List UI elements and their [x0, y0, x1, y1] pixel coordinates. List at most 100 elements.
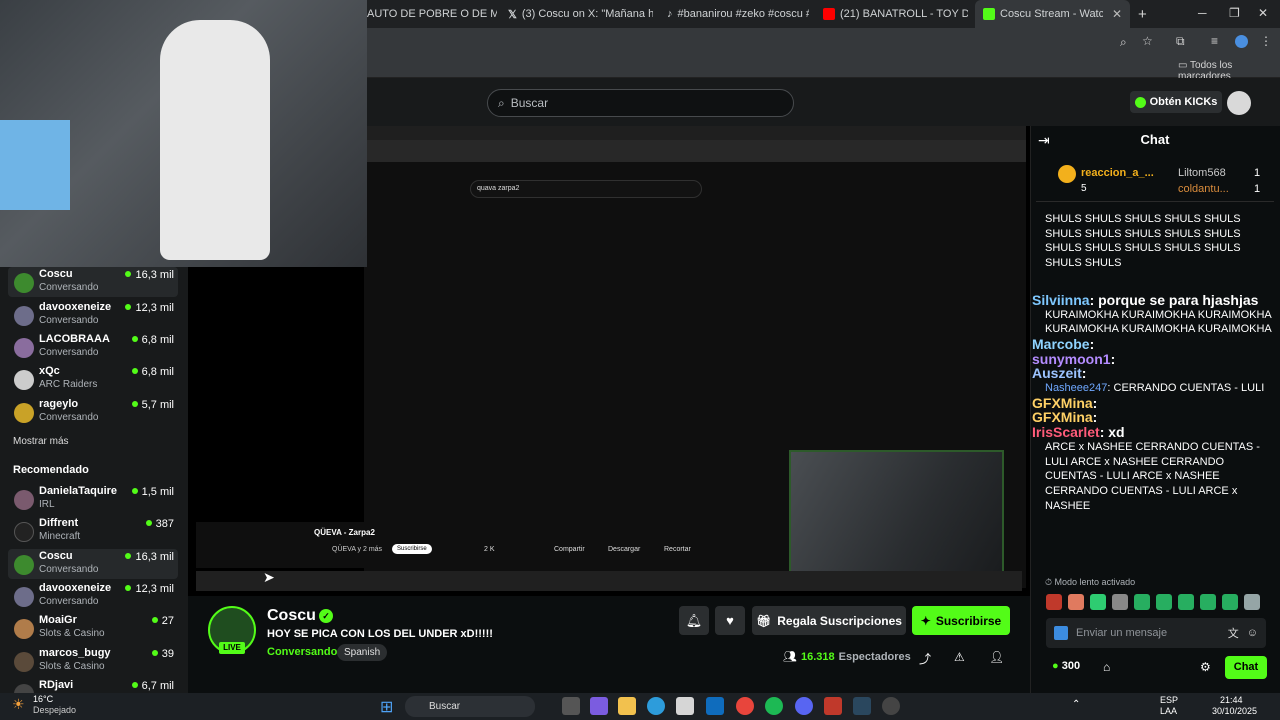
notification-bell-button[interactable]: 🔔︎: [679, 606, 709, 635]
extensions-icon[interactable]: ⧉: [1176, 34, 1185, 49]
avatar: [14, 555, 34, 575]
emote[interactable]: [1046, 594, 1062, 610]
spotify-icon[interactable]: [765, 697, 783, 715]
sidebar-channel-rdjavi[interactable]: RDjavi 6,7 mil: [8, 678, 178, 693]
chat-message: Marcobe:: [1032, 337, 1276, 352]
minimize-icon[interactable]: ─: [1198, 6, 1207, 20]
restore-icon[interactable]: ❐: [1229, 6, 1240, 20]
report-icon[interactable]: ⚠: [954, 650, 965, 664]
emote-picker-icon[interactable]: [1054, 626, 1068, 640]
sidebar-channel-coscu[interactable]: Coscu Conversando 16,3 mil: [8, 549, 178, 579]
chat-input[interactable]: Enviar un mensaje 文 ☺: [1046, 618, 1266, 648]
user-avatar[interactable]: [1227, 91, 1251, 115]
task-view-icon[interactable]: [562, 697, 580, 715]
menu-icon[interactable]: ⋮: [1260, 34, 1272, 48]
avatar: [14, 490, 34, 510]
third-user[interactable]: coldantu...: [1178, 183, 1229, 195]
sidebar-channel-xqc[interactable]: xQc ARC Raiders 6,8 mil: [8, 364, 178, 394]
get-kicks-button[interactable]: Obtén KICKs: [1130, 91, 1222, 113]
sidebar-channel-diffrent[interactable]: Diffrent Minecraft 387: [8, 516, 178, 546]
window-close-icon[interactable]: ✕: [1258, 6, 1268, 20]
slow-mode-text: Modo lento activado: [1054, 577, 1136, 587]
chat-username[interactable]: Silviinna: [1032, 292, 1090, 308]
clock-date[interactable]: 30/10/2025: [1212, 706, 1257, 716]
emote[interactable]: [1222, 594, 1238, 610]
sidebar-channel-davooxeneize[interactable]: davooxeneize Conversando 12,3 mil: [8, 300, 178, 330]
zoom-icon[interactable]: ⌕: [1120, 35, 1127, 50]
send-chat-button[interactable]: Chat: [1225, 656, 1267, 679]
new-tab-icon[interactable]: +: [1138, 6, 1147, 23]
shop-icon[interactable]: ⌂: [1103, 660, 1110, 674]
browser-tab[interactable]: (21) BANATROLL - TOY DE PAF✕: [823, 4, 968, 24]
store-icon[interactable]: [676, 697, 694, 715]
channel-points[interactable]: ● 300: [1052, 660, 1080, 672]
sidebar-channel-rageylo[interactable]: rageylo Conversando 5,7 mil: [8, 397, 178, 427]
chat-username[interactable]: Nasheee247: [1045, 382, 1107, 394]
emote[interactable]: [1068, 594, 1084, 610]
second-user[interactable]: Liltom568: [1178, 167, 1226, 179]
copilot-icon[interactable]: [590, 697, 608, 715]
channel-category: Slots & Casino: [39, 661, 105, 672]
emoji-icon[interactable]: ☺: [1247, 627, 1258, 639]
show-more-link[interactable]: Mostrar más: [13, 436, 69, 447]
channel-name-heading[interactable]: Coscu: [267, 607, 316, 625]
settings-icon[interactable]: ⚙: [1200, 660, 1211, 674]
sidebar-channel-danielataquire[interactable]: DanielaTaquire IRL 1,5 mil: [8, 484, 178, 514]
star-icon[interactable]: ☆: [1142, 34, 1153, 48]
media-icon[interactable]: ≡: [1211, 34, 1218, 48]
language-tag[interactable]: Spanish: [337, 644, 388, 661]
app-icon[interactable]: [824, 697, 842, 715]
sidebar-channel-davooxeneize[interactable]: davooxeneize Conversando 12,3 mil: [8, 581, 178, 611]
user-add-icon[interactable]: 👤︎: [989, 650, 1004, 664]
profile-icon[interactable]: [1235, 35, 1248, 48]
browser-tab-active[interactable]: Coscu Stream - Watch Live on ✕: [975, 0, 1130, 28]
chat-username[interactable]: GFXMina: [1032, 395, 1093, 411]
channel-category: Conversando: [39, 315, 99, 326]
sidebar-channel-lacobraaa[interactable]: LACOBRAAA Conversando 6,8 mil: [8, 332, 178, 362]
browser-tab[interactable]: ♪ #bananirou #zeko #coscu #✕: [667, 4, 809, 24]
edge-icon[interactable]: [647, 697, 665, 715]
emote[interactable]: [1156, 594, 1172, 610]
emote[interactable]: [1244, 594, 1260, 610]
subscribe-button[interactable]: ✦ Suscribirse: [912, 606, 1010, 635]
clock-time[interactable]: 21:44: [1220, 695, 1243, 705]
sidebar-channel-moaigr[interactable]: MoaiGr Slots & Casino 27: [8, 613, 178, 643]
chat-message: KURAIMOKHA KURAIMOKHA KURAIMOKHA KURAIMO…: [1032, 308, 1276, 337]
chrome-icon[interactable]: [736, 697, 754, 715]
chat-username[interactable]: IrisScarlet: [1032, 424, 1100, 440]
chat-username[interactable]: Auszeit: [1032, 365, 1082, 381]
close-icon[interactable]: ✕: [1112, 7, 1122, 21]
emote[interactable]: [1090, 594, 1106, 610]
stream-category[interactable]: Conversando: [267, 646, 337, 658]
browser-tab[interactable]: AUTO DE POBRE O DE MILLON✕: [367, 4, 497, 24]
viewer-count: 16,3 mil: [125, 269, 174, 281]
file-explorer-icon[interactable]: [618, 697, 636, 715]
discord-icon[interactable]: [795, 697, 813, 715]
chat-username[interactable]: GFXMina: [1032, 409, 1093, 425]
chat-username[interactable]: sunymoon1: [1032, 351, 1111, 367]
top-user[interactable]: reaccion_a_...: [1081, 167, 1154, 179]
emote[interactable]: [1112, 594, 1128, 610]
channel-category: Conversando: [39, 282, 99, 293]
taskbar-search[interactable]: Buscar: [405, 696, 535, 717]
tray-chevron-icon[interactable]: ⌃: [1072, 699, 1080, 710]
translate-icon[interactable]: 文: [1228, 625, 1239, 641]
obs-icon[interactable]: [882, 697, 900, 715]
input-language[interactable]: ESP: [1160, 695, 1178, 705]
channel-name: Coscu: [39, 550, 73, 562]
windows-start-icon[interactable]: ⊞: [380, 697, 393, 717]
emote[interactable]: [1178, 594, 1194, 610]
trophy-icon: [1058, 165, 1076, 183]
browser-tab[interactable]: 𝕏 (3) Coscu on X: "Mañana hago✕: [508, 4, 653, 24]
gift-subs-button[interactable]: 🎁︎ Regala Suscripciones: [752, 606, 906, 635]
emote[interactable]: [1134, 594, 1150, 610]
search-input[interactable]: ⌕ Buscar: [487, 89, 794, 117]
chat-username[interactable]: Marcobe: [1032, 336, 1090, 352]
follow-button[interactable]: ♥: [715, 606, 745, 635]
share-icon[interactable]: ⤴: [919, 650, 931, 667]
sidebar-channel-coscu[interactable]: Coscu Conversando 16,3 mil: [8, 267, 178, 297]
emote[interactable]: [1200, 594, 1216, 610]
sidebar-channel-marcos-bugy[interactable]: marcos_bugy Slots & Casino 39: [8, 646, 178, 676]
steam-icon[interactable]: [853, 697, 871, 715]
outlook-icon[interactable]: [706, 697, 724, 715]
